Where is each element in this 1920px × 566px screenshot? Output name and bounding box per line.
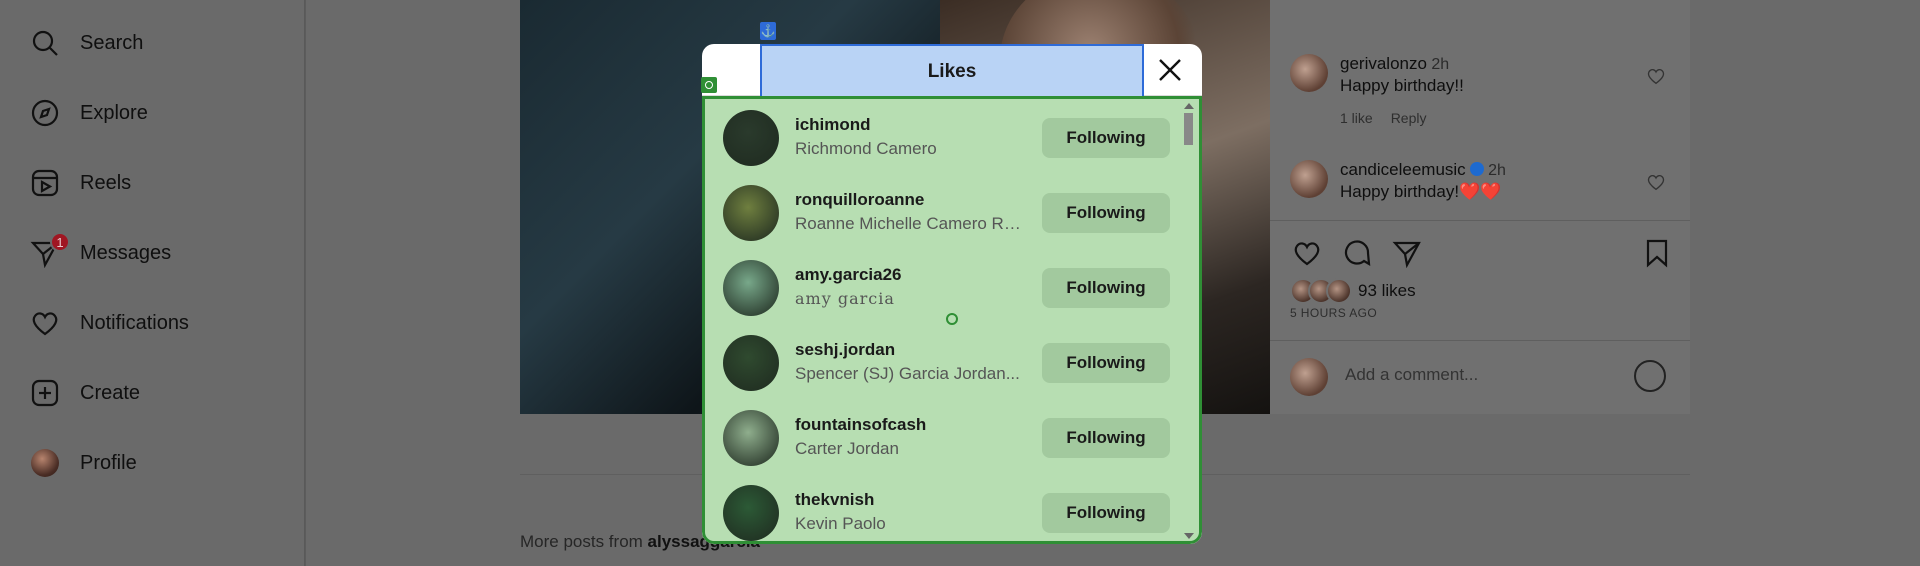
liker-full-name: amy garcia <box>795 289 895 308</box>
post-timestamp: 5 HOURS AGO <box>1290 306 1378 320</box>
emoji-icon[interactable] <box>1634 360 1666 392</box>
modal-title: Likes <box>760 44 1144 100</box>
comment-body: gerivalonzo 2h Happy birthday!! 1 like Re… <box>1340 54 1640 126</box>
scroll-up-arrow-icon[interactable] <box>1184 103 1194 109</box>
sidebar-item-create[interactable]: Create <box>30 367 290 419</box>
liker-full-name: Spencer (SJ) Garcia Jordan... <box>795 364 1020 383</box>
compass-icon <box>30 98 60 128</box>
liker-full-name: Richmond Camero <box>795 139 937 158</box>
modal-header: Likes <box>702 44 1202 100</box>
add-comment-bar: Add a comment... <box>1270 340 1690 414</box>
verified-badge-icon <box>1469 162 1484 176</box>
comment-likes[interactable]: 1 like <box>1340 110 1373 126</box>
sidebar-item-label: Messages <box>80 241 172 264</box>
post-actions <box>1292 238 1672 268</box>
liker-full-name: Carter Jordan <box>795 439 899 458</box>
comment-emoji: ❤️❤️ <box>1459 182 1502 201</box>
avatar[interactable] <box>723 410 779 466</box>
avatar[interactable] <box>723 260 779 316</box>
anchor-marker-icon: ⚓ <box>760 22 776 40</box>
comment-username[interactable]: candiceleemusic <box>1340 160 1466 179</box>
crosshair-icon <box>946 313 958 325</box>
close-icon <box>1159 59 1181 81</box>
list-item: thekvnish Kevin Paolo Following <box>723 476 1173 541</box>
list-item: seshj.jordan Spencer (SJ) Garcia Jordan.… <box>723 326 1173 401</box>
following-button[interactable]: Following <box>1042 268 1170 308</box>
avatar[interactable] <box>723 110 779 166</box>
comment-text: Happy birthday!❤️❤️ <box>1340 182 1640 202</box>
heart-icon[interactable] <box>1646 66 1666 86</box>
likes-count[interactable]: 93 likes <box>1358 281 1416 301</box>
liker-username[interactable]: amy.garcia26 <box>795 265 901 285</box>
liker-username[interactable]: ronquilloroanne <box>795 190 924 210</box>
scroll-thumb[interactable] <box>1184 113 1193 145</box>
comment-body: candiceleemusic 2h Happy birthday!❤️❤️ <box>1340 160 1640 202</box>
comment-time: 2h <box>1488 162 1506 179</box>
close-button[interactable] <box>1152 52 1188 88</box>
avatar[interactable] <box>1290 160 1328 198</box>
following-button[interactable]: Following <box>1042 343 1170 383</box>
liker-username[interactable]: seshj.jordan <box>795 340 895 360</box>
sidebar-item-messages[interactable]: 1 Messages <box>30 227 290 279</box>
notification-badge: 1 <box>50 232 70 252</box>
scroll-down-arrow-icon[interactable] <box>1184 533 1194 539</box>
sidebar-item-notifications[interactable]: Notifications <box>30 297 290 349</box>
sidebar-item-label: Notifications <box>80 311 189 334</box>
comment-text: Happy birthday!! <box>1340 76 1464 95</box>
sidebar-item-label: Profile <box>80 451 137 474</box>
target-marker-icon <box>701 77 717 93</box>
following-button[interactable]: Following <box>1042 118 1170 158</box>
avatar <box>1290 358 1328 396</box>
sidebar-item-label: Create <box>80 381 141 404</box>
sidebar-item-profile[interactable]: Profile <box>30 437 290 489</box>
like-heart-icon[interactable] <box>1292 238 1322 268</box>
liker-full-name: Roanne Michelle Camero Ro... <box>795 214 1027 233</box>
post-details-panel: gerivalonzo 2h Happy birthday!! 1 like Re… <box>1270 0 1690 414</box>
avatar[interactable] <box>723 335 779 391</box>
reels-icon <box>30 168 60 198</box>
comment-icon[interactable] <box>1342 238 1372 268</box>
plus-square-icon <box>30 378 60 408</box>
liker-username[interactable]: thekvnish <box>795 490 874 510</box>
comment-text-content: Happy birthday! <box>1340 182 1460 201</box>
messages-icon: 1 <box>30 232 70 268</box>
liker-username[interactable]: fountainsofcash <box>795 415 926 435</box>
following-button[interactable]: Following <box>1042 493 1170 533</box>
avatar <box>1326 278 1352 304</box>
heart-icon[interactable] <box>1646 172 1666 192</box>
sidebar-item-explore[interactable]: Explore <box>30 87 290 139</box>
sidebar: Search Explore Reels 1 Messages Notifica… <box>0 0 305 566</box>
comment-meta: 1 like Reply <box>1340 110 1640 126</box>
more-posts-prefix: More posts from <box>520 532 648 551</box>
search-icon <box>30 28 60 58</box>
sidebar-item-label: Search <box>80 31 144 54</box>
comment-time: 2h <box>1431 56 1450 73</box>
heart-icon <box>30 308 60 338</box>
list-item: ichimond Richmond Camero Following <box>723 101 1173 176</box>
list-item: fountainsofcash Carter Jordan Following <box>723 401 1173 476</box>
avatar[interactable] <box>1290 54 1328 92</box>
liker-username[interactable]: ichimond <box>795 115 871 135</box>
share-icon[interactable] <box>1392 238 1422 268</box>
sidebar-item-label: Explore <box>80 101 148 124</box>
list-scrollbar[interactable] <box>1182 103 1194 539</box>
liker-full-name: Kevin Paolo <box>795 514 886 533</box>
bookmark-icon[interactable] <box>1642 238 1672 268</box>
sidebar-item-reels[interactable]: Reels <box>30 157 290 209</box>
likes-modal: Likes ichimond Richmond Camero Following… <box>702 44 1202 544</box>
likes-summary[interactable]: 93 likes <box>1290 278 1416 304</box>
avatar <box>30 448 60 478</box>
reply-link[interactable]: Reply <box>1391 110 1427 126</box>
list-item: ronquilloroanne Roanne Michelle Camero R… <box>723 176 1173 251</box>
following-button[interactable]: Following <box>1042 193 1170 233</box>
avatar[interactable] <box>723 485 779 541</box>
following-button[interactable]: Following <box>1042 418 1170 458</box>
instagram-page: Search Explore Reels 1 Messages Notifica… <box>0 0 1920 566</box>
avatar[interactable] <box>723 185 779 241</box>
divider <box>1270 220 1690 221</box>
comment-input[interactable]: Add a comment... <box>1345 365 1478 385</box>
sidebar-item-label: Reels <box>80 171 132 194</box>
sidebar-item-search[interactable]: Search <box>30 17 290 69</box>
comment-username[interactable]: gerivalonzo <box>1340 54 1427 73</box>
